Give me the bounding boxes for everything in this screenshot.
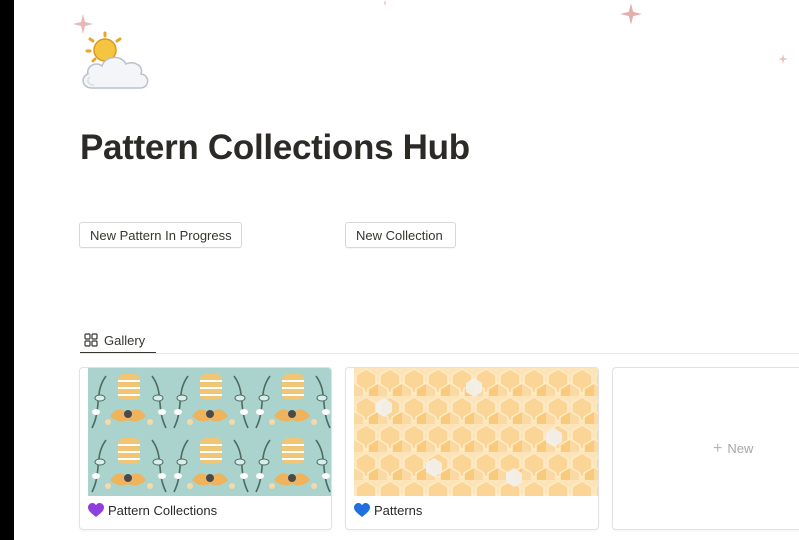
card-title-text: Patterns: [374, 503, 423, 518]
gallery-card-pattern-collections[interactable]: Pattern Collections: [79, 367, 332, 530]
divider: [80, 353, 799, 354]
page-title: Pattern Collections Hub: [80, 128, 470, 167]
window-edge: [0, 0, 14, 540]
tab-gallery[interactable]: Gallery: [80, 326, 149, 354]
card-title-text: Pattern Collections: [108, 503, 218, 518]
card-title: Pattern Collections: [88, 503, 217, 518]
card-title: Patterns: [354, 503, 422, 518]
card-cover-floral: [88, 368, 331, 496]
gallery-card-patterns[interactable]: Patterns: [345, 367, 599, 530]
sparkle-icon: [620, 3, 642, 25]
plus-icon: +: [713, 439, 723, 457]
new-collection-button[interactable]: New Collection: [345, 222, 456, 248]
gallery-new-card[interactable]: + New: [612, 367, 799, 530]
new-pattern-in-progress-button[interactable]: New Pattern In Progress: [79, 222, 242, 248]
sparkle-icon: [778, 54, 788, 64]
gallery-grid-icon: [84, 333, 98, 347]
card-cover-honeycomb: [354, 368, 598, 496]
new-label: New: [727, 441, 754, 456]
sun-behind-cloud-icon[interactable]: [78, 30, 154, 94]
tab-gallery-label: Gallery: [104, 332, 146, 348]
new-card-button[interactable]: + New: [613, 368, 799, 529]
sparkle-icon: [384, 0, 386, 6]
purple-heart-icon: [88, 503, 104, 517]
blue-heart-icon: [354, 503, 370, 517]
